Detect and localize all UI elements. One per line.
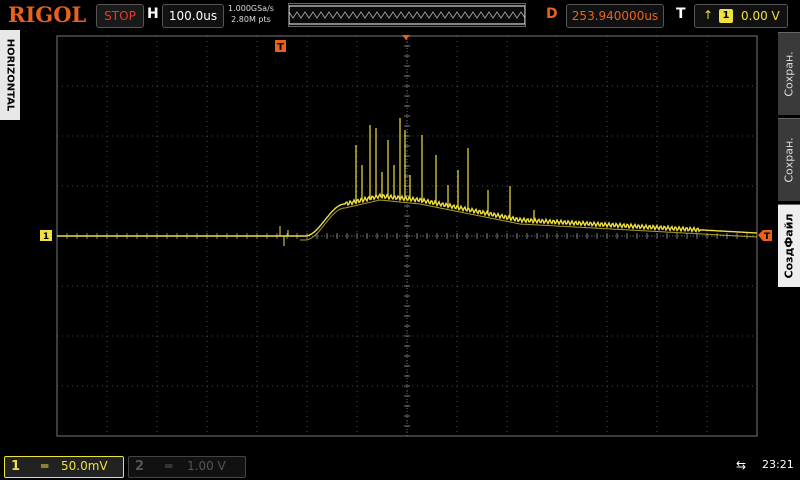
channel1-offset-marker[interactable]: 1 [40,230,52,242]
menu-item-label: Сохран. [782,137,796,183]
softkey-menu: Сохран. Сохран. СоздФайл [778,32,800,290]
channel2-label[interactable]: 2 ═ 1.00 V [128,456,246,478]
channel1-marker-label: 1 [43,232,49,242]
dc-coupling-icon: ═ [41,459,49,473]
clock: 23:21 [762,458,794,471]
menu-item-label: СоздФайл [782,213,796,279]
trigger-point-marker[interactable]: T [275,40,286,53]
menu-item-save-2[interactable]: Сохран. [778,118,800,201]
menu-item-label: Сохран. [782,51,796,97]
dc-coupling-icon: ═ [165,459,173,473]
menu-item-save-1[interactable]: Сохран. [778,32,800,115]
trigger-point-label: T [277,42,284,53]
oscilloscope-screen: RIGOL STOP H 100.0us 1.000GSa/s 2.80M pt… [0,0,800,480]
trigger-level-marker-label: T [764,232,771,242]
channel2-number: 2 [135,459,145,474]
channel2-scale: 1.00 V [187,459,226,473]
usb-icon: ⇆ [736,458,747,472]
bottom-status-bar: 1 ═ 50.0mV 2 ═ 1.00 V ⇆ 23:21 [0,452,800,480]
menu-item-create-file[interactable]: СоздФайл [778,204,800,287]
trigger-position-marker[interactable] [402,35,410,40]
channel1-scale: 50.0mV [61,459,108,473]
channel1-trace [57,192,758,237]
channel1-label[interactable]: 1 ═ 50.0mV [4,456,124,478]
channel1-number: 1 [11,459,21,474]
trigger-level-marker[interactable]: T [758,230,772,242]
waveform-area: T 1 T [40,35,772,437]
